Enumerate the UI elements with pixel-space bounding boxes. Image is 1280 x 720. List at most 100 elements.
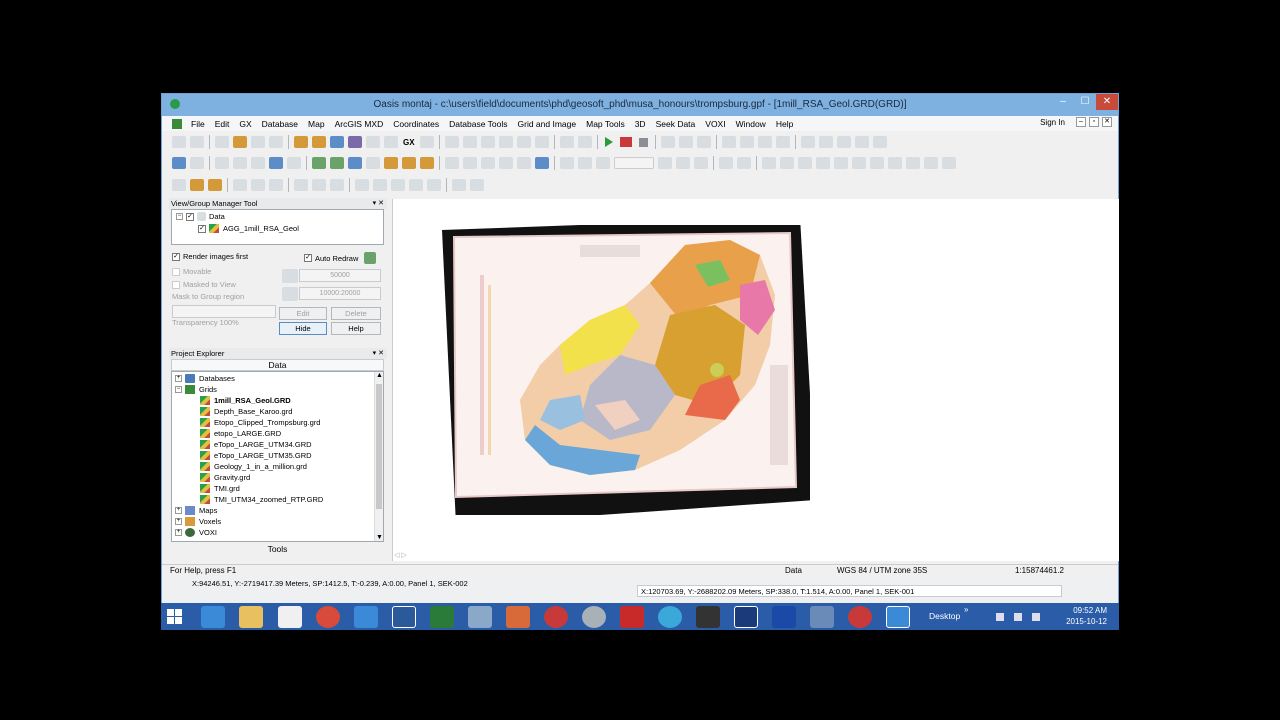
wave-app-icon[interactable] (772, 606, 796, 628)
db-tool-2-icon[interactable] (462, 136, 477, 148)
app-globe-icon[interactable] (582, 606, 606, 628)
db-tool-1-icon[interactable] (444, 136, 459, 148)
align-4-icon[interactable] (355, 179, 369, 191)
tree-node-databases[interactable]: + Databases (175, 374, 235, 383)
title-bar[interactable]: Oasis montaj - c:\users\field\documents\… (162, 94, 1118, 116)
grid-file-item[interactable]: Etopo_Clipped_Trompsburg.grd (200, 418, 320, 427)
menu-database[interactable]: Database (257, 119, 303, 129)
menu-coordinates[interactable]: Coordinates (388, 119, 444, 129)
layer-7-icon[interactable] (420, 157, 434, 169)
grid-file-item[interactable]: Geology_1_in_a_million.grd (200, 462, 307, 471)
document-icon[interactable] (172, 118, 182, 129)
align-2-icon[interactable] (312, 179, 326, 191)
grid-tool-3-icon[interactable] (696, 136, 711, 148)
movable-option[interactable]: Movable (172, 267, 211, 276)
sign-in-link[interactable]: Sign In (1040, 118, 1065, 127)
pe-data-tab[interactable]: Data (171, 359, 384, 371)
map-tool-1-icon[interactable] (560, 157, 574, 169)
render-images-first-checkbox[interactable]: ✓ (172, 252, 180, 261)
menu-voxi[interactable]: VOXI (700, 119, 730, 129)
scale-grid-icon[interactable] (282, 269, 298, 283)
gx-button[interactable]: GX (403, 138, 415, 147)
rectangle-icon[interactable] (816, 157, 830, 169)
toolbar-expand-icon[interactable]: » (964, 605, 968, 614)
group-tool-5-icon[interactable] (251, 179, 265, 191)
collapse-icon[interactable]: − (176, 213, 183, 220)
zoom-icon[interactable] (445, 157, 459, 169)
hide-button[interactable]: Hide (279, 322, 327, 335)
menu-seek-data[interactable]: Seek Data (651, 119, 701, 129)
grid-file-item[interactable]: 1mill_RSA_Geol.GRD (200, 396, 291, 405)
tree-node-data[interactable]: − ✓ Data (176, 212, 225, 221)
menu-edit[interactable]: Edit (210, 119, 235, 129)
grid-tool-9-icon[interactable] (818, 136, 833, 148)
excel-icon[interactable] (430, 606, 454, 628)
windows-start-icon[interactable] (167, 609, 183, 625)
align-5-icon[interactable] (373, 179, 387, 191)
tree-node-voxels[interactable]: + Voxels (175, 517, 221, 526)
undo-icon[interactable] (366, 136, 380, 148)
group-tool-4-icon[interactable] (233, 179, 247, 191)
align-3-icon[interactable] (330, 179, 344, 191)
terminal-icon[interactable] (696, 606, 720, 628)
align-7-icon[interactable] (409, 179, 423, 191)
grid-tool-11-icon[interactable] (854, 136, 869, 148)
map-tool-2-icon[interactable] (578, 157, 592, 169)
select-group-icon[interactable] (233, 157, 247, 169)
menu-grid-and-image[interactable]: Grid and Image (513, 119, 582, 129)
powerpoint-icon[interactable] (506, 606, 530, 628)
delete-button[interactable]: Delete (331, 307, 381, 320)
play-icon[interactable] (604, 137, 613, 147)
pointer-icon[interactable] (269, 157, 283, 169)
open-3d-icon[interactable] (348, 136, 362, 148)
expand-icon[interactable]: + (175, 518, 182, 525)
masked-to-view-option[interactable]: Masked to View (172, 280, 236, 289)
masked-to-view-checkbox[interactable] (172, 280, 180, 289)
align-10-icon[interactable] (470, 179, 484, 191)
redo-icon[interactable] (384, 136, 398, 148)
network-app-icon[interactable] (810, 606, 834, 628)
scale-input[interactable]: 50000 (299, 269, 381, 282)
db-tool-4-icon[interactable] (498, 136, 513, 148)
edit-button[interactable]: Edit (279, 307, 327, 320)
open-project-icon[interactable] (190, 136, 204, 148)
help-button[interactable]: Help (331, 322, 381, 335)
db-tool-3-icon[interactable] (480, 136, 495, 148)
redraw-icon[interactable] (364, 252, 377, 264)
expand-icon[interactable]: + (175, 375, 182, 382)
pan-hand-icon[interactable] (463, 157, 477, 169)
canvas-horizontal-scrollbar[interactable]: ◁ ▷ (394, 551, 1114, 561)
grid-file-item[interactable]: eTopo_LARGE_UTM35.GRD (200, 451, 312, 460)
file-explorer-icon[interactable] (239, 606, 263, 628)
geosoft-2-icon[interactable] (848, 606, 872, 628)
circle-icon[interactable] (852, 157, 866, 169)
acrobat-icon[interactable] (620, 606, 644, 628)
group-tool-3-icon[interactable] (208, 179, 222, 191)
geology-map-image[interactable] (440, 217, 816, 525)
layer-5-icon[interactable] (384, 157, 398, 169)
layer-6-icon[interactable] (402, 157, 416, 169)
data-visible-checkbox[interactable]: ✓ (186, 212, 194, 221)
network-icon[interactable] (1014, 613, 1022, 621)
fill-icon[interactable] (942, 157, 956, 169)
grid-file-item[interactable]: Depth_Base_Karoo.grd (200, 407, 292, 416)
open-database-icon[interactable] (294, 136, 308, 148)
db-tool-7-icon[interactable] (559, 136, 574, 148)
flag-icon[interactable] (996, 613, 1004, 621)
shape-icon[interactable] (190, 157, 204, 169)
scale-range-input[interactable]: 10000:20000 (299, 287, 381, 300)
save-all-icon[interactable] (269, 136, 283, 148)
zoom-full-icon[interactable] (499, 157, 513, 169)
volume-icon[interactable] (1032, 613, 1040, 621)
open-map-icon[interactable] (330, 136, 344, 148)
line-icon[interactable] (780, 157, 794, 169)
grid-file-item[interactable]: eTopo_LARGE_UTM34.GRD (200, 440, 312, 449)
movable-checkbox[interactable] (172, 267, 180, 276)
grid-tool-7-icon[interactable] (775, 136, 790, 148)
dropdown-icon[interactable] (614, 157, 654, 169)
word-icon[interactable] (392, 606, 416, 628)
menu-database-tools[interactable]: Database Tools (444, 119, 512, 129)
menu-map-tools[interactable]: Map Tools (581, 119, 630, 129)
maximize-button[interactable]: ☐ (1074, 94, 1096, 110)
grid-tool-12-icon[interactable] (872, 136, 887, 148)
